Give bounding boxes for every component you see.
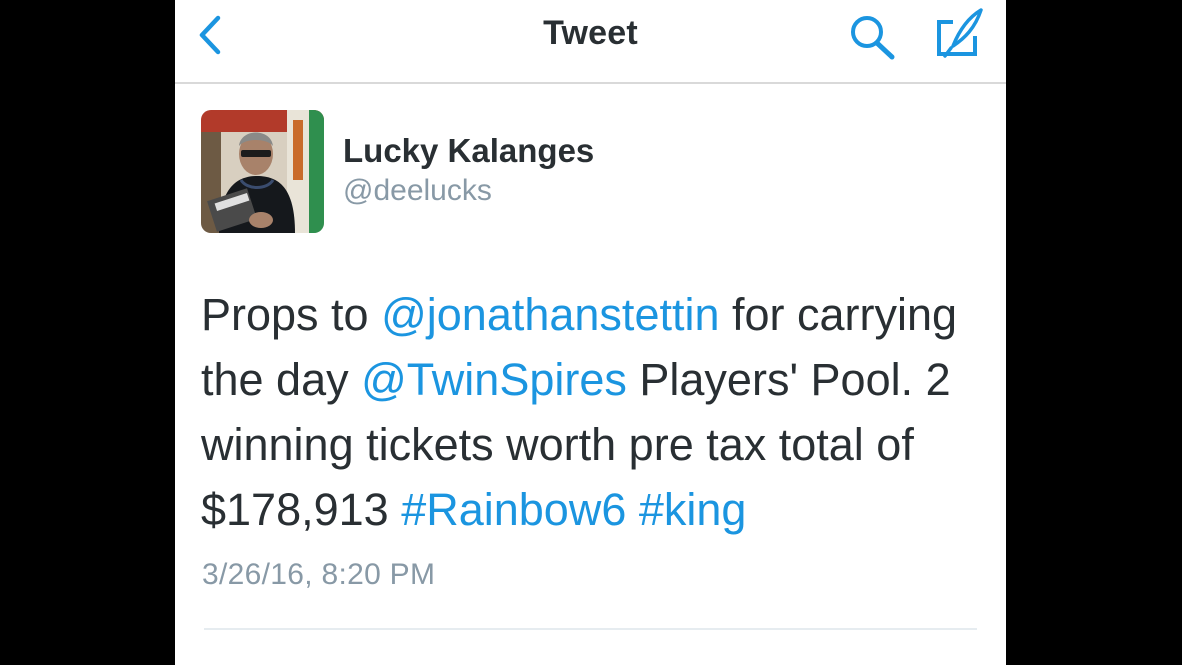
tweet-line: Props to @jonathanstettin for carrying xyxy=(201,282,991,347)
tweet-text: Props to @jonathanstettin for carrying t… xyxy=(201,282,991,542)
author-handle[interactable]: @deelucks xyxy=(343,174,492,208)
search-button[interactable] xyxy=(847,12,903,62)
divider xyxy=(204,628,977,630)
text-segment: winning tickets worth pre tax total of xyxy=(201,419,914,470)
search-icon xyxy=(851,16,895,60)
tweet-line: the day @TwinSpires Players' Pool. 2 xyxy=(201,347,991,412)
nav-bar: Tweet xyxy=(175,0,1006,84)
tweet-screen: Tweet Lucky Kalanges @deelucks Props to … xyxy=(175,0,1006,665)
author-name[interactable]: Lucky Kalanges xyxy=(343,132,594,170)
avatar[interactable] xyxy=(201,110,324,233)
mention-link[interactable]: @TwinSpires xyxy=(361,354,627,405)
hashtag-link[interactable]: #king xyxy=(639,484,747,535)
compose-button[interactable] xyxy=(931,6,989,62)
compose-icon xyxy=(937,8,983,58)
tweet-line: $178,913 #Rainbow6 #king xyxy=(201,477,991,542)
avatar-photo xyxy=(201,110,324,233)
text-segment: Players' Pool. 2 xyxy=(626,354,951,405)
tweet-line: winning tickets worth pre tax total of xyxy=(201,412,991,477)
text-segment: $178,913 xyxy=(201,484,402,535)
hashtag-link[interactable]: #Rainbow6 xyxy=(401,484,626,535)
text-segment: the day xyxy=(201,354,362,405)
tweet-timestamp: 3/26/16, 8:20 PM xyxy=(202,558,436,591)
text-segment: Props to xyxy=(201,289,382,340)
mention-link[interactable]: @jonathanstettin xyxy=(381,289,719,340)
text-segment: for carrying xyxy=(719,289,958,340)
text-segment xyxy=(626,484,639,535)
